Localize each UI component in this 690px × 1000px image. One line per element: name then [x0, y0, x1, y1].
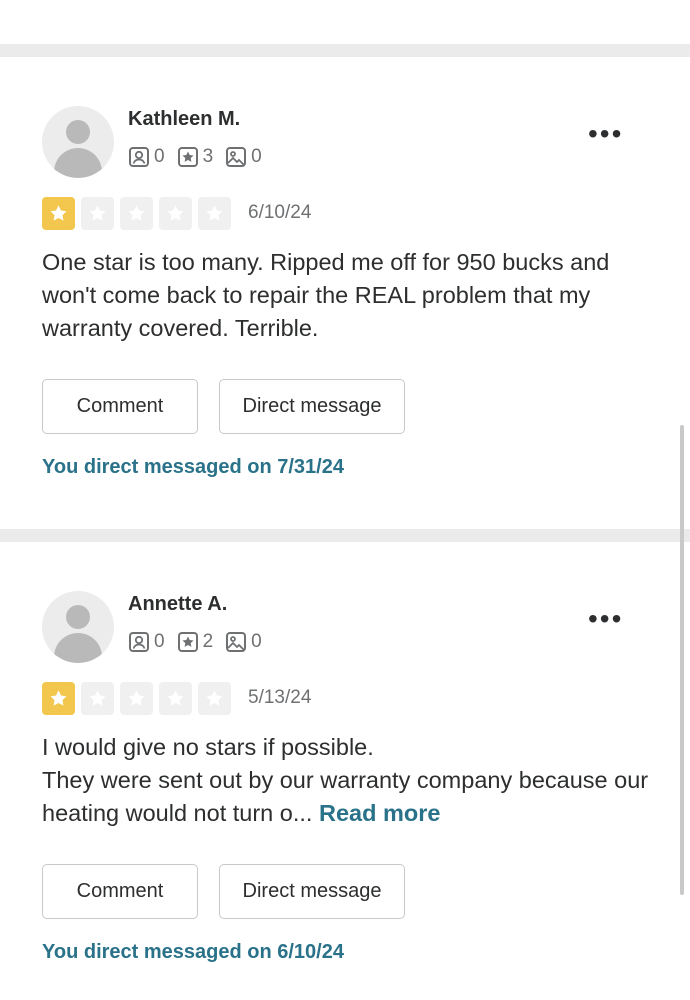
photo-icon	[226, 632, 247, 652]
star-rating	[42, 197, 237, 230]
friends-count: 0	[154, 146, 165, 167]
read-more-link[interactable]: Read more	[319, 800, 440, 826]
photos-count: 0	[251, 146, 262, 167]
star-icon	[81, 682, 114, 715]
comment-button[interactable]: Comment	[42, 864, 198, 919]
star-icon	[42, 197, 75, 230]
scrollbar[interactable]	[680, 425, 684, 895]
ellipsis-icon[interactable]: •••	[588, 120, 623, 148]
friends-icon	[129, 632, 149, 652]
star-icon	[198, 682, 231, 715]
star-icon	[42, 682, 75, 715]
photo-icon	[226, 147, 247, 167]
star-rating	[42, 682, 237, 715]
friends-stat: 0	[128, 146, 165, 168]
review-text: I would give no stars if possible. They …	[42, 731, 652, 830]
star-icon	[159, 682, 192, 715]
avatar[interactable]	[42, 591, 114, 663]
review-text-line: I would give no stars if possible.	[42, 734, 374, 760]
direct-message-button[interactable]: Direct message	[219, 379, 405, 434]
star-icon	[198, 197, 231, 230]
reviews-stat: 3	[177, 146, 214, 168]
section-divider	[0, 529, 690, 542]
ellipsis-icon[interactable]: •••	[588, 605, 623, 633]
photos-count: 0	[251, 631, 262, 652]
review-date: 5/13/24	[248, 687, 312, 708]
star-icon	[120, 197, 153, 230]
avatar[interactable]	[42, 106, 114, 178]
reviews-stat: 2	[177, 631, 214, 653]
reviewer-stats: 0 3 0	[128, 146, 274, 168]
dm-note-link[interactable]: You direct messaged on 6/10/24	[42, 941, 344, 964]
star-icon	[81, 197, 114, 230]
star-icon	[159, 197, 192, 230]
photos-stat: 0	[225, 631, 262, 653]
friends-stat: 0	[128, 631, 165, 653]
review-text: One star is too many. Ripped me off for …	[42, 249, 610, 341]
photos-stat: 0	[225, 146, 262, 168]
star-icon	[120, 682, 153, 715]
section-divider	[0, 44, 690, 57]
comment-button[interactable]: Comment	[42, 379, 198, 434]
review-date: 6/10/24	[248, 202, 312, 223]
review-star-icon	[177, 147, 198, 167]
review-star-icon	[177, 632, 198, 652]
reviewer-stats: 0 2 0	[128, 631, 274, 653]
direct-message-button[interactable]: Direct message	[219, 864, 405, 919]
reviewer-name[interactable]: Kathleen M.	[128, 108, 240, 131]
friends-count: 0	[154, 631, 165, 652]
friends-icon	[129, 147, 149, 167]
reviewer-name[interactable]: Annette A.	[128, 593, 227, 616]
dm-note-link[interactable]: You direct messaged on 7/31/24	[42, 456, 344, 479]
reviews-count: 3	[202, 146, 214, 167]
reviews-count: 2	[202, 631, 214, 652]
